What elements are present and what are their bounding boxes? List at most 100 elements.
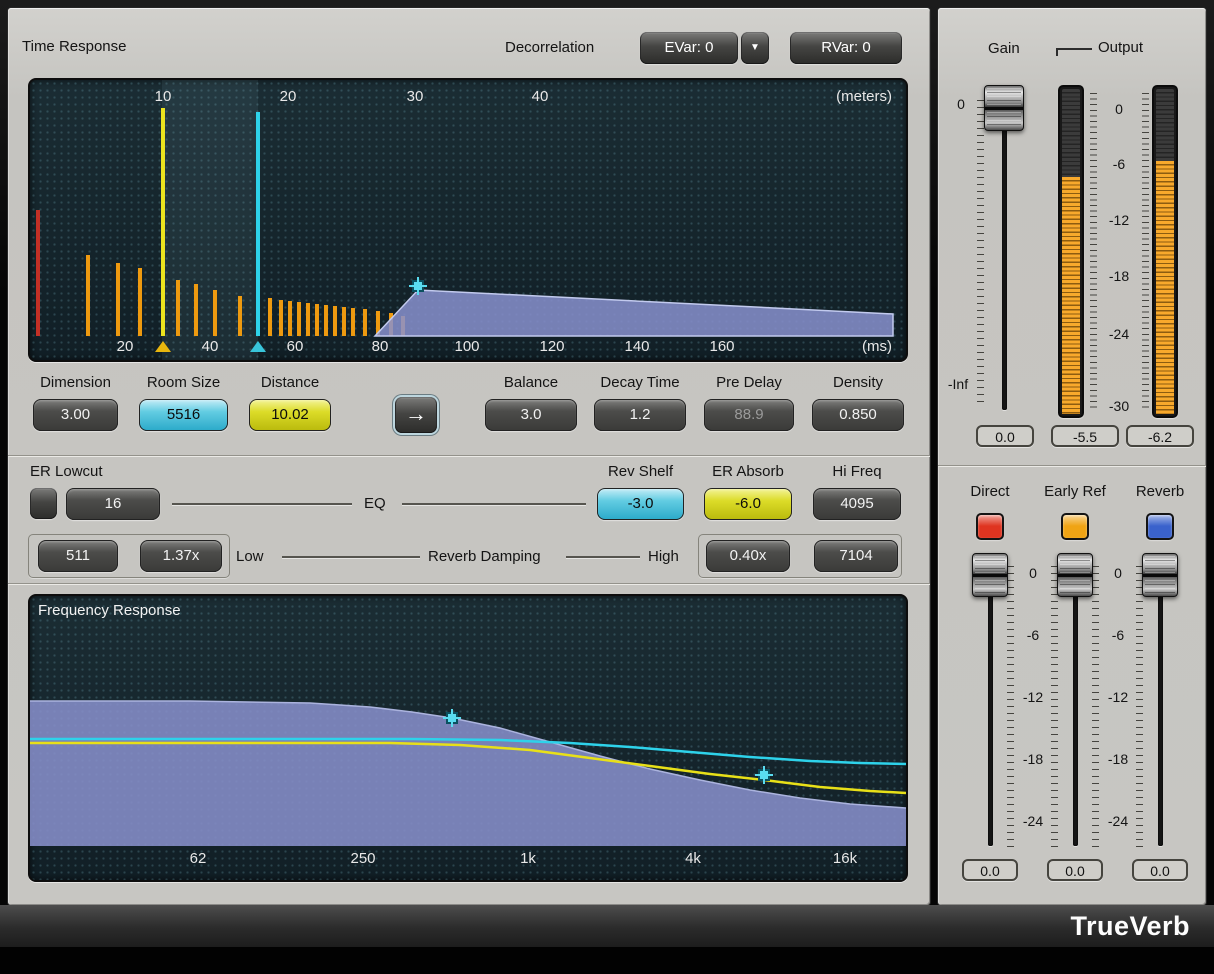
output-bracket-line: [1056, 48, 1092, 56]
ms-tick: 40: [202, 338, 219, 355]
mixer-scale-tick: -18: [1016, 751, 1050, 767]
freq-tick: 1k: [520, 850, 536, 867]
ms-tick: 60: [287, 338, 304, 355]
damping-high-ratio-box[interactable]: 0.40x: [706, 540, 790, 572]
frequency-response-plot: [30, 596, 906, 880]
ms-tick: 20: [117, 338, 134, 355]
time-response-title: Time Response: [22, 38, 127, 55]
early-ref-fader-track[interactable]: [1073, 559, 1078, 846]
balance-label: Balance: [485, 374, 577, 391]
meters-unit-label: (meters): [836, 88, 892, 105]
mixer-section: Direct 0.0 Early Ref 0.0 Reverb 0.0: [938, 465, 1206, 905]
damping-line-left: [282, 556, 420, 558]
evar-dropdown-arrow-icon[interactable]: ▼: [741, 32, 769, 64]
main-panel: Time Response Decorrelation EVar: 0 ▼ RV…: [8, 8, 930, 905]
output-meter-left: [1058, 85, 1084, 418]
window-bottom-edge: [0, 947, 1214, 974]
evar-button[interactable]: EVar: 0: [640, 32, 738, 64]
meter-tick-marks-left: [1090, 93, 1097, 411]
er-time-marker-triangle[interactable]: [155, 341, 171, 352]
link-arrow-button[interactable]: →: [395, 397, 437, 433]
rev-shelf-handle[interactable]: [446, 712, 458, 724]
pre-delay-label: Pre Delay: [704, 374, 794, 391]
damping-high-label: High: [648, 548, 679, 565]
output-section: Gain Output 0 -Inf 0 -6 -12 -18 -24 -3: [938, 8, 1206, 465]
rev-shelf-label: Rev Shelf: [597, 463, 684, 480]
er-absorb-value-box[interactable]: -6.0: [704, 488, 792, 520]
balance-value-box[interactable]: 3.0: [485, 399, 577, 431]
decay-time-value-box[interactable]: 1.2: [594, 399, 686, 431]
er-lowcut-value-box[interactable]: 16: [66, 488, 160, 520]
early-ref-readout[interactable]: 0.0: [1047, 859, 1103, 881]
early-ref-mute-button[interactable]: [1061, 513, 1089, 540]
meter-scale-tick: -6: [1104, 156, 1134, 172]
decay-time-label: Decay Time: [594, 374, 686, 391]
gain-readout[interactable]: 0.0: [976, 425, 1034, 447]
freq-tick: 250: [350, 850, 375, 867]
output-meter-right: [1152, 85, 1178, 418]
reverb-time-marker-triangle[interactable]: [250, 341, 266, 352]
direct-fader-track[interactable]: [988, 559, 993, 846]
meters-tick: 10: [155, 88, 172, 105]
eq-line-right: [402, 503, 586, 505]
er-lowcut-enable-button[interactable]: [30, 488, 57, 519]
damping-low-ratio-box[interactable]: 1.37x: [140, 540, 222, 572]
reverb-level-handle[interactable]: [412, 280, 424, 292]
reverb-fader-track[interactable]: [1158, 559, 1163, 846]
room-size-value-box[interactable]: 5516: [139, 399, 228, 431]
direct-readout[interactable]: 0.0: [962, 859, 1018, 881]
density-label: Density: [812, 374, 904, 391]
ms-tick: 140: [624, 338, 649, 355]
damping-line-right: [566, 556, 640, 558]
mixer-scale-tick: -24: [1101, 813, 1135, 829]
meter-left-readout: -5.5: [1051, 425, 1119, 447]
damping-low-freq-box[interactable]: 511: [38, 540, 118, 572]
density-value-box[interactable]: 0.850: [812, 399, 904, 431]
direct-fader-knob[interactable]: [972, 553, 1008, 597]
frequency-response-section: Frequency Response 62 250 1k 4k 16k: [8, 583, 930, 905]
time-response-plot: [30, 80, 906, 360]
pre-delay-value-box[interactable]: 88.9: [704, 399, 794, 431]
meters-tick: 40: [532, 88, 549, 105]
mixer-scale-tick: -6: [1016, 627, 1050, 643]
meter-level-fill: [1156, 161, 1174, 414]
gain-scale-zero: 0: [950, 96, 972, 112]
ms-tick: 80: [372, 338, 389, 355]
meter-scale-tick: -12: [1104, 212, 1134, 228]
meter-tick-marks-right: [1142, 93, 1149, 411]
time-response-section: Time Response Decorrelation EVar: 0 ▼ RV…: [8, 8, 930, 455]
gain-fader-knob[interactable]: [984, 85, 1024, 131]
hi-freq-value-box[interactable]: 4095: [813, 488, 901, 520]
reverb-label: Reverb: [1118, 483, 1202, 500]
direct-label: Direct: [948, 483, 1032, 500]
gain-fader-track[interactable]: [1002, 92, 1007, 410]
frequency-response-title: Frequency Response: [38, 602, 181, 619]
early-ref-fader-knob[interactable]: [1057, 553, 1093, 597]
time-response-graph[interactable]: 10 20 30 40 (meters) 20 40 60 80 100 120…: [28, 78, 908, 362]
er-absorb-label: ER Absorb: [704, 463, 792, 480]
ms-tick: 120: [539, 338, 564, 355]
mixer-tick-marks: [1007, 566, 1014, 852]
reverb-fader-knob[interactable]: [1142, 553, 1178, 597]
rvar-button[interactable]: RVar: 0: [790, 32, 902, 64]
param-balance: Balance 3.0: [485, 374, 577, 431]
reverb-mute-button[interactable]: [1146, 513, 1174, 540]
direct-mute-button[interactable]: [976, 513, 1004, 540]
meters-tick: 20: [280, 88, 297, 105]
distance-value-box[interactable]: 10.02: [249, 399, 331, 431]
rev-shelf-value-box[interactable]: -3.0: [597, 488, 684, 520]
meter-scale-tick: -24: [1104, 326, 1134, 342]
meter-scale-tick: -30: [1104, 398, 1134, 414]
er-absorb-handle[interactable]: [758, 769, 770, 781]
param-pre-delay: Pre Delay 88.9: [704, 374, 794, 431]
reverb-readout[interactable]: 0.0: [1132, 859, 1188, 881]
distance-label: Distance: [249, 374, 331, 391]
room-size-label: Room Size: [139, 374, 228, 391]
damping-high-freq-box[interactable]: 7104: [814, 540, 898, 572]
eq-section: ER Lowcut 16 EQ Rev Shelf -3.0 ER Absorb…: [8, 455, 930, 583]
frequency-response-graph[interactable]: Frequency Response 62 250 1k 4k 16k: [28, 594, 908, 882]
mixer-scale-tick: -12: [1016, 689, 1050, 705]
dimension-value-box[interactable]: 3.00: [33, 399, 118, 431]
decorrelation-label: Decorrelation: [505, 39, 594, 56]
mixer-scale-tick: -18: [1101, 751, 1135, 767]
